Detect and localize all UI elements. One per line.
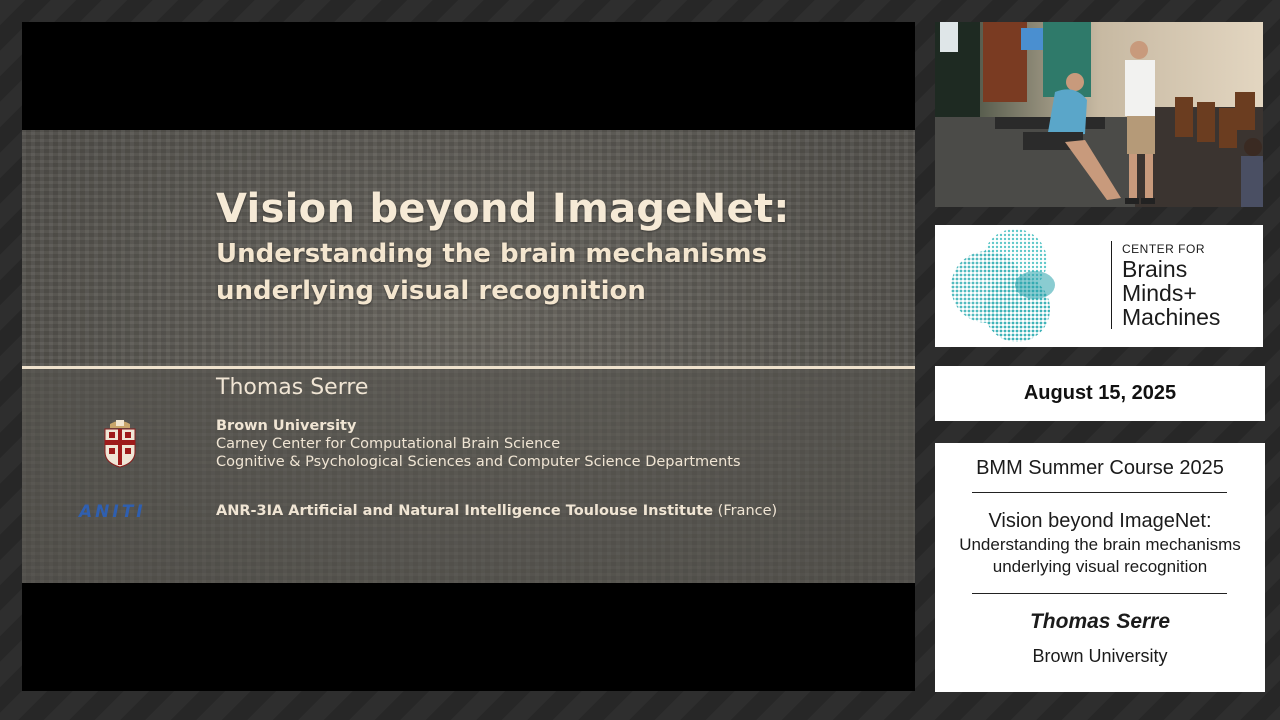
cbmm-logo-panel: CENTER FOR Brains Minds+ Machines bbox=[935, 225, 1263, 347]
slide-lower-panel bbox=[22, 369, 915, 583]
lecture-room-photo bbox=[935, 22, 1263, 207]
logo-line: Minds+ bbox=[1122, 280, 1197, 306]
talk-subtitle-line: underlying visual recognition bbox=[992, 557, 1208, 576]
aniti-affiliation: ANR-3IA Artificial and Natural Intellige… bbox=[216, 503, 777, 519]
logo-center-for: CENTER FOR bbox=[1122, 242, 1205, 256]
presentation-video[interactable]: Vision beyond ImageNet: Understanding th… bbox=[22, 22, 915, 691]
course-name: BMM Summer Course 2025 bbox=[976, 457, 1224, 479]
slide: Vision beyond ImageNet: Understanding th… bbox=[22, 130, 915, 583]
talk-info-panel: BMM Summer Course 2025 Vision beyond Ima… bbox=[935, 443, 1265, 692]
slide-subtitle-line: Understanding the brain mechanisms bbox=[216, 239, 768, 269]
date-panel: August 15, 2025 bbox=[935, 366, 1265, 421]
talk-title: Vision beyond ImageNet: bbox=[988, 510, 1212, 532]
aniti-name: ANR-3IA Artificial and Natural Intellige… bbox=[216, 503, 714, 519]
slide-subtitle-line: underlying visual recognition bbox=[216, 276, 646, 306]
camera-feed bbox=[935, 22, 1263, 207]
divider bbox=[972, 492, 1227, 493]
speaker-institution: Brown University bbox=[1032, 646, 1168, 666]
aniti-logo: ANITI bbox=[79, 502, 146, 522]
slide-subtitle: Understanding the brain mechanisms under… bbox=[216, 236, 896, 310]
slide-title: Vision beyond ImageNet: bbox=[216, 186, 790, 232]
affiliation-department: Cognitive & Psychological Sciences and C… bbox=[216, 454, 741, 470]
slide-speaker-name: Thomas Serre bbox=[216, 375, 369, 400]
logo-line: Brains bbox=[1122, 256, 1188, 282]
cbmm-logo-text: CENTER FOR Brains Minds+ Machines bbox=[1111, 241, 1220, 329]
divider bbox=[972, 593, 1227, 594]
cbmm-circles-logo-icon bbox=[951, 229, 1055, 342]
affiliation-university: Brown University bbox=[216, 418, 357, 434]
logo-line: Machines bbox=[1122, 304, 1221, 330]
aniti-country: (France) bbox=[713, 503, 778, 519]
brown-university-seal-icon bbox=[104, 420, 136, 468]
talk-subtitle: Understanding the brain mechanisms under… bbox=[935, 534, 1265, 578]
talk-subtitle-line: Understanding the brain mechanisms bbox=[959, 535, 1241, 554]
affiliation-department: Carney Center for Computational Brain Sc… bbox=[216, 436, 561, 452]
speaker-name: Thomas Serre bbox=[1029, 610, 1171, 633]
event-date: August 15, 2025 bbox=[1023, 382, 1177, 404]
affiliation-block: Brown University Carney Center for Compu… bbox=[216, 417, 741, 471]
